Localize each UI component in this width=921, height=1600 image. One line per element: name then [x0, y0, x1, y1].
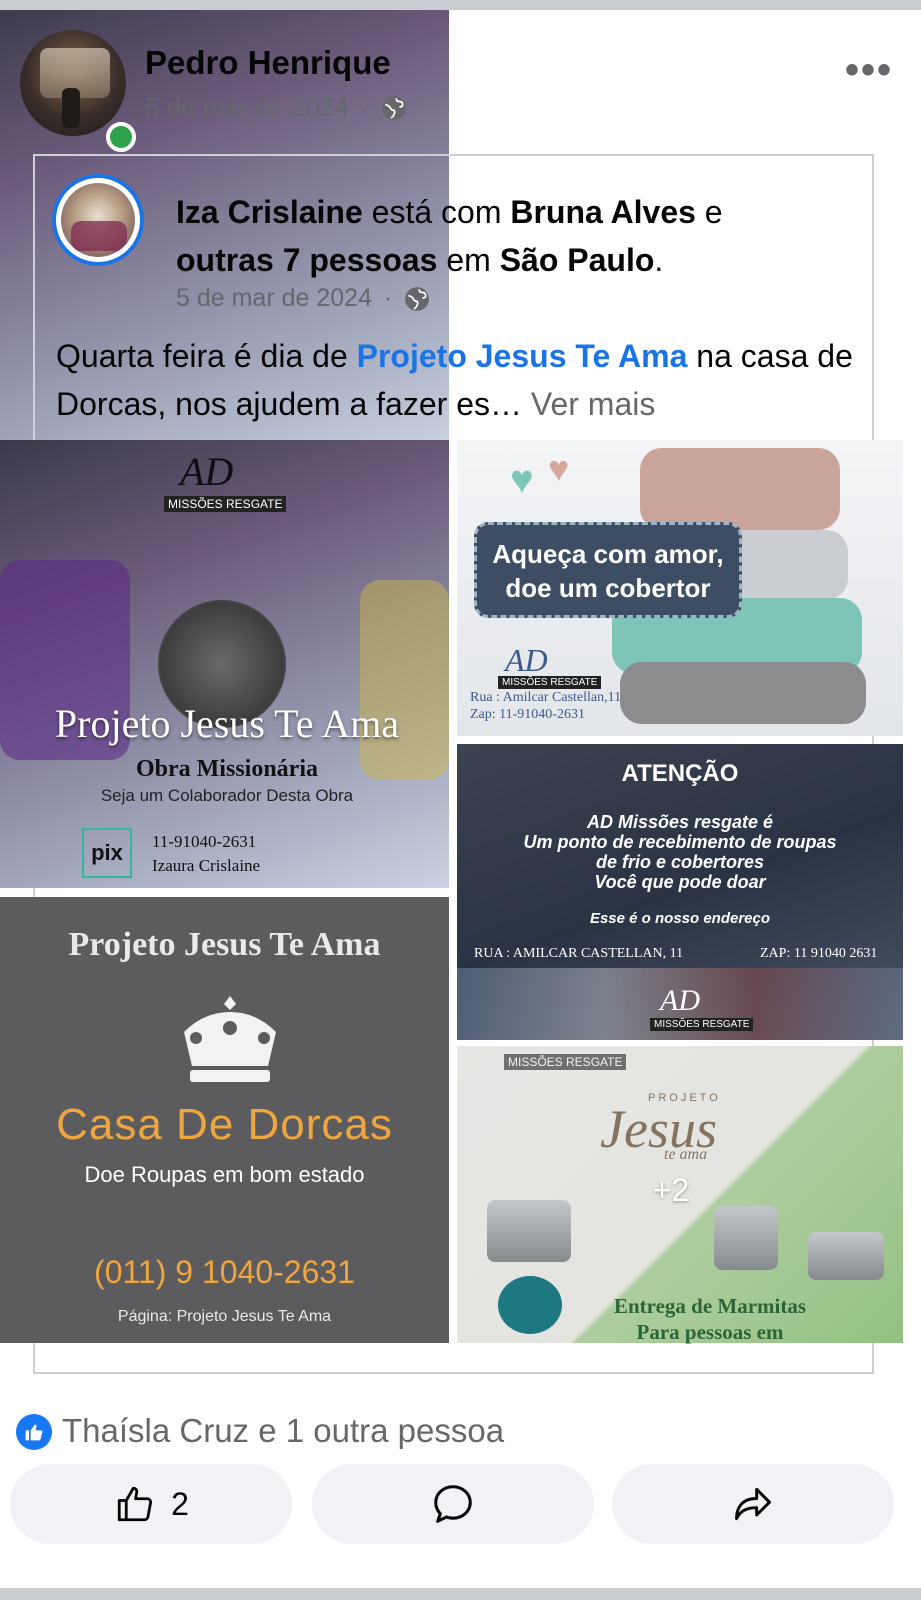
more-photos-count[interactable]: +2 — [457, 1172, 885, 1209]
comment-button[interactable] — [312, 1464, 594, 1544]
header-period: . — [654, 242, 664, 278]
attention-title: ATENÇÃO — [621, 760, 739, 787]
photo-3-brand-sub: MISSÕES RESGATE — [650, 1018, 754, 1031]
photo-1-brand: AD — [180, 449, 234, 494]
online-status-dot — [106, 122, 136, 152]
share-button[interactable] — [612, 1464, 894, 1544]
globe-icon — [382, 95, 407, 120]
blanket-dark — [620, 662, 866, 724]
bubble-line-2: doe um cobertor — [505, 573, 711, 603]
donate-clothes-text: Doe Roupas em bom estado — [84, 1162, 365, 1187]
globe-icon — [405, 286, 430, 311]
photo-2-zap: Zap: 11-91040-2631 — [470, 707, 585, 722]
like-reaction-icon — [16, 1414, 52, 1450]
photo-1-figure-2 — [360, 580, 449, 780]
photo-1-brand-sub: MISSÕES RESGATE — [164, 496, 287, 512]
in-text: em — [446, 242, 491, 278]
photo-3-brand: AD — [660, 984, 700, 1017]
shared-meta-separator: · — [383, 284, 393, 312]
author-avatar[interactable] — [20, 30, 136, 152]
like-button[interactable]: 2 — [10, 1464, 292, 1544]
photo-1-name: Izaura Crislaine — [152, 856, 261, 875]
post-date[interactable]: 5 de mar de 2024 — [145, 92, 349, 123]
photo-3-address-intro: Esse é o nosso endereço — [589, 910, 771, 927]
photo-3-line-4: Você que pode doar — [594, 872, 766, 892]
shared-post-text: Quarta feira é dia de Projeto Jesus Te A… — [56, 332, 856, 428]
bubble-line-1: Aqueça com amor, — [492, 539, 724, 569]
shared-author-avatar[interactable] — [52, 174, 144, 266]
photo-1-subtitle: Obra Missionária — [135, 756, 318, 782]
photo-1-title: Projeto Jesus Te Ama — [54, 701, 400, 746]
hashtag-link[interactable]: Projeto Jesus Te Ama — [357, 338, 688, 374]
photo-1-tagline: Seja um Colaborador Desta Obra — [100, 786, 354, 805]
others-link[interactable]: outras 7 pessoas — [176, 242, 437, 278]
like-count: 2 — [171, 1485, 189, 1522]
meta-separator: · — [360, 92, 370, 122]
shared-author-name[interactable]: Iza Crislaine — [176, 194, 363, 230]
avatar-image — [20, 30, 126, 136]
heart-icon: ♥ — [548, 448, 570, 489]
photo-4-title: Projeto Jesus Te Ama — [68, 926, 381, 963]
tagged-person[interactable]: Bruna Alves — [510, 194, 696, 230]
photo-1-phone: 11-91040-2631 — [152, 832, 257, 851]
more-options-icon[interactable]: ••• — [845, 48, 893, 93]
photo-3-rua: RUA : AMILCAR CASTELLAN, 11 — [474, 946, 684, 961]
top-divider — [0, 0, 921, 10]
photo-2-brand: AD — [505, 642, 548, 678]
place-link[interactable]: São Paulo — [500, 242, 655, 278]
see-more-link[interactable]: Ver mais — [531, 386, 655, 422]
crown-icon — [184, 996, 276, 1082]
with-text: está com — [371, 194, 502, 230]
shared-meta: 5 de mar de 2024 · — [176, 284, 430, 313]
author-name[interactable]: Pedro Henrique — [145, 44, 391, 82]
pix-logo: pix — [82, 828, 132, 878]
shared-avatar-image — [61, 183, 135, 257]
photo-2-address: Rua : Amilcar Castellan,11 — [470, 690, 622, 705]
photo-3-zap: ZAP: 11 91040 2631 — [760, 946, 878, 961]
photo-4-page: Página: Projeto Jesus Te Ama — [117, 1308, 332, 1325]
thumbs-up-icon — [117, 1486, 153, 1522]
casa-de-dorcas: Casa De Dorcas — [56, 1100, 393, 1149]
photo-3-line-2: Um ponto de recebimento de roupas — [523, 832, 837, 852]
photo-3-line-1: AD Missões resgate é — [586, 812, 774, 832]
blanket-pink — [640, 448, 840, 530]
reactions-summary[interactable]: Thaísla Cruz e 1 outra pessoa — [62, 1412, 504, 1450]
shared-header: Iza Crislaine está com Bruna Alves e out… — [176, 188, 816, 284]
heart-icon: ♥ — [510, 458, 534, 502]
shared-date[interactable]: 5 de mar de 2024 — [176, 284, 372, 313]
share-icon — [735, 1487, 771, 1521]
text-before-link: Quarta feira é dia de — [56, 338, 348, 374]
bottom-divider — [0, 1588, 921, 1600]
comment-icon — [434, 1485, 472, 1523]
photo-4-phone: (011) 9 1040-2631 — [94, 1254, 355, 1290]
donation-bubble: Aqueça com amor, doe um cobertor — [474, 522, 742, 618]
and-text: e — [704, 194, 723, 230]
photo-2-brand-sub: MISSÕES RESGATE — [498, 676, 602, 689]
photo-3-line-3: de frio e cobertores — [595, 852, 765, 872]
post-meta: 5 de mar de 2024 · — [145, 92, 407, 123]
